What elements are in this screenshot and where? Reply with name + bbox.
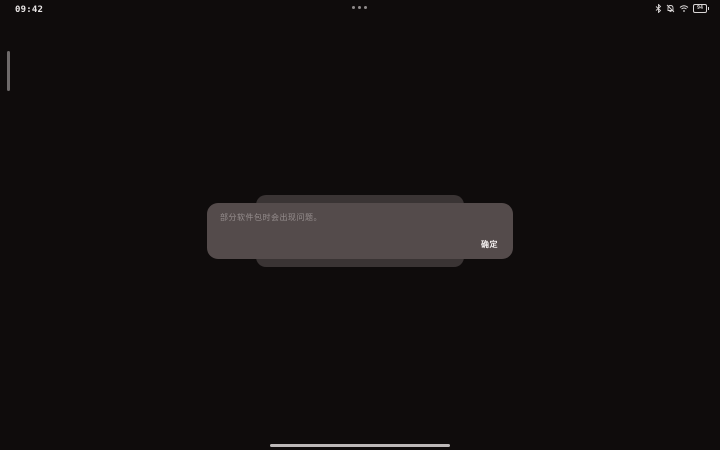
dot bbox=[358, 6, 361, 9]
battery-icon: 94 bbox=[693, 4, 709, 13]
dot bbox=[364, 6, 367, 9]
dot bbox=[352, 6, 355, 9]
status-time: 09:42 bbox=[15, 5, 44, 15]
bluetooth-icon bbox=[655, 4, 662, 13]
status-icons: 94 bbox=[655, 4, 709, 13]
wifi-icon bbox=[679, 4, 689, 13]
multitask-dots[interactable] bbox=[352, 6, 367, 9]
mute-icon bbox=[666, 4, 675, 13]
dialog-message: 部分软件包时会出现问题。 bbox=[220, 213, 322, 222]
screen: 09:42 94 部分软件包时会出现问题。 确定 bbox=[0, 0, 720, 450]
status-bar: 09:42 94 bbox=[0, 0, 720, 20]
edge-handle[interactable] bbox=[7, 51, 10, 91]
home-indicator[interactable] bbox=[270, 444, 450, 447]
alert-dialog: 部分软件包时会出现问题。 确定 bbox=[207, 203, 513, 259]
ok-button[interactable]: 确定 bbox=[481, 239, 498, 250]
